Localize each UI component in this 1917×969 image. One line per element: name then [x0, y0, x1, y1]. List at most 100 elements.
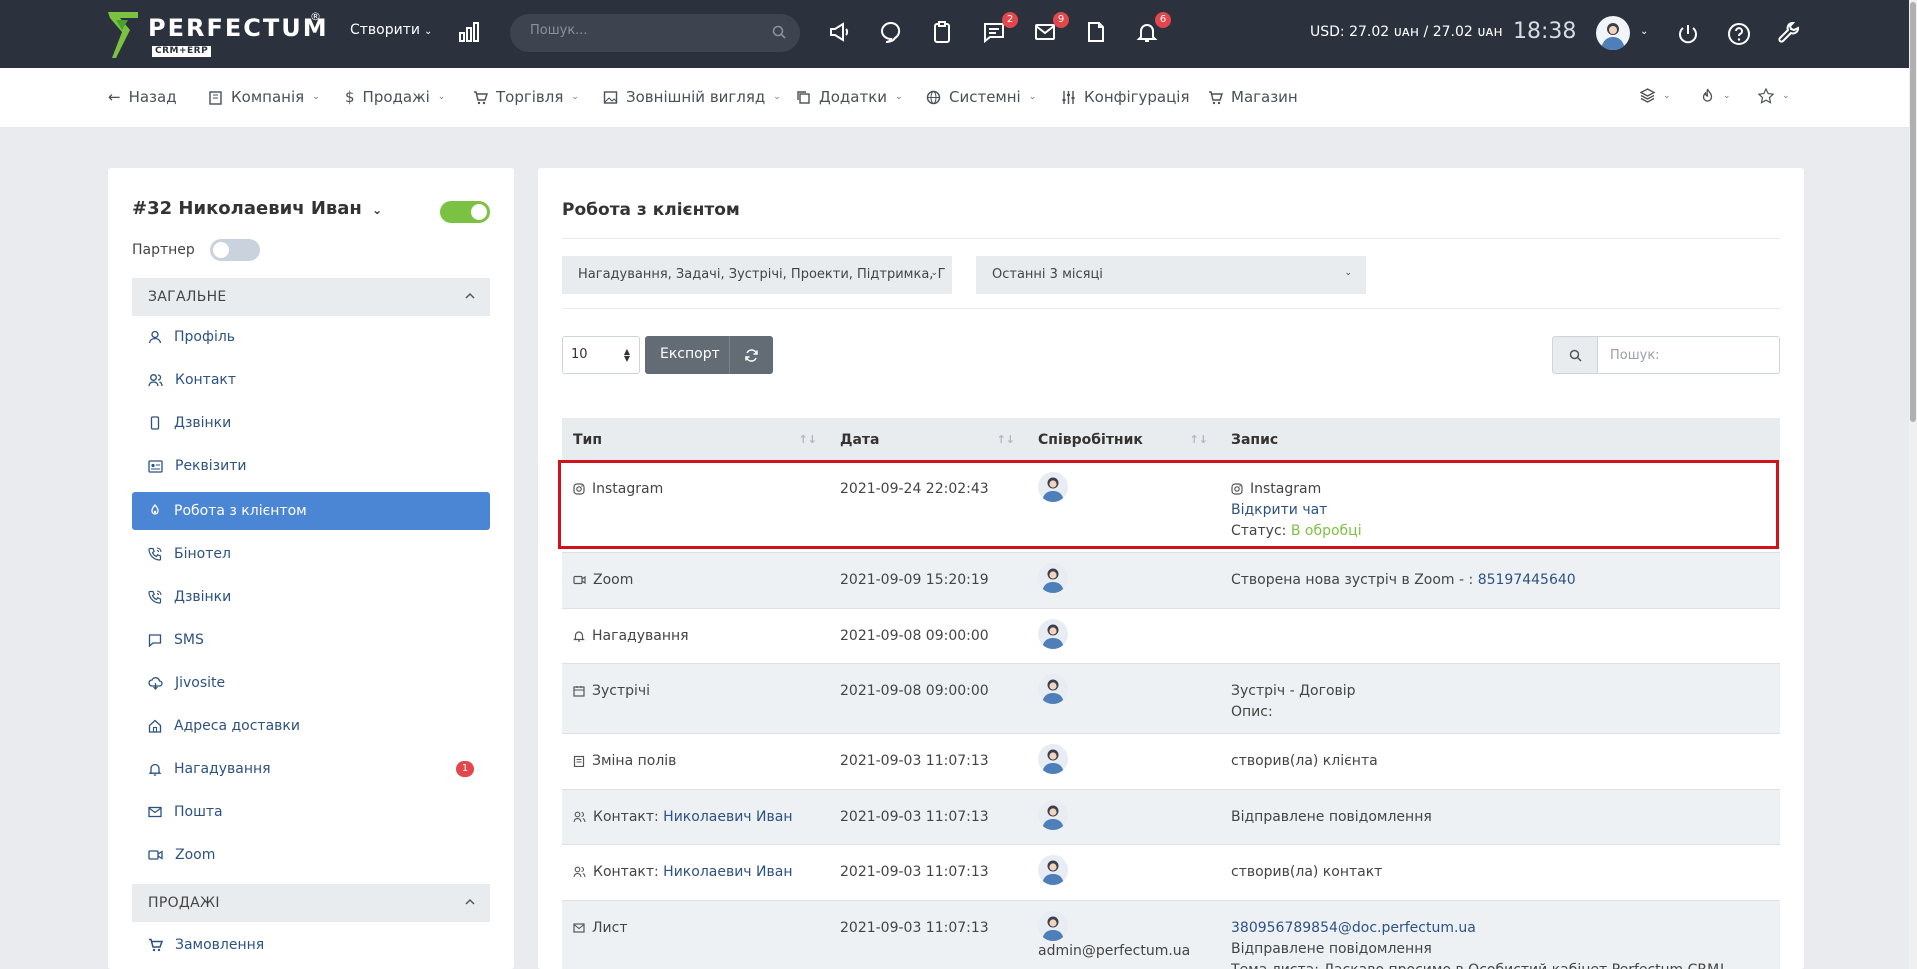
nav-trade[interactable]: Торгівля ⌄ [473, 88, 579, 106]
messages-icon[interactable]: 2 [982, 12, 1018, 46]
divider [562, 238, 1780, 239]
layers-icon [1640, 88, 1655, 103]
nav-addons[interactable]: Додатки ⌄ [796, 88, 903, 106]
sliders-icon [1062, 90, 1075, 104]
sort-icon: ↑↓ [996, 433, 1015, 446]
partner-toggle[interactable] [210, 239, 260, 261]
table-row[interactable]: Зустрічі 2021-09-08 09:00:00 Зустріч - Д… [562, 663, 1780, 734]
sidebar-item-delivery-address[interactable]: Адреса доставки [132, 707, 490, 745]
notifications-badge: 6 [1155, 12, 1171, 28]
mail-icon[interactable]: 9 [1033, 12, 1069, 46]
open-chat-link[interactable]: Відкрити чат [1231, 500, 1769, 521]
global-search-input[interactable] [530, 23, 750, 38]
table-row[interactable]: Контакт: Николаевич Иван 2021-09-03 11:0… [562, 789, 1780, 845]
sidebar-item-client-work[interactable]: Робота з клієнтом [132, 492, 490, 530]
bell-icon [573, 631, 585, 642]
section-sales[interactable]: ПРОДАЖІ [132, 884, 490, 922]
column-employee[interactable]: Співробітник ↑↓ [1027, 418, 1220, 462]
nav-config[interactable]: Конфігурація [1061, 88, 1190, 106]
mail-badge: 9 [1053, 12, 1069, 28]
layers-dropdown[interactable]: ⌄ [1640, 88, 1671, 103]
chevron-up-icon [465, 292, 475, 299]
nav-shop[interactable]: Магазин [1208, 88, 1298, 106]
column-date[interactable]: Дата ↑↓ [829, 418, 1027, 462]
export-button[interactable]: Експорт [645, 336, 729, 374]
page-scrollbar-thumb[interactable] [1910, 2, 1916, 422]
sidebar-item-requisites[interactable]: Реквізити [132, 447, 490, 485]
contact-link[interactable]: Николаевич Иван [663, 864, 792, 880]
image-icon [603, 90, 618, 104]
nav-system-label: Системні [949, 88, 1021, 106]
create-label: Створити [350, 22, 420, 38]
table-search-input[interactable] [1597, 336, 1780, 374]
sort-arrows-icon: ▲ ▼ [623, 347, 630, 363]
sidebar-item-jivosite[interactable]: Jivosite [132, 664, 490, 702]
sidebar-item-calls[interactable]: Дзвінки [132, 404, 490, 442]
sort-icon: ↑↓ [798, 433, 817, 446]
table-row[interactable]: Лист 2021-09-03 11:07:13 admin@perfectum… [562, 900, 1780, 969]
table-row[interactable]: Нагадування 2021-09-08 09:00:00 [562, 608, 1780, 664]
recipient-email-link[interactable]: 380956789854@doc.perfectum.ua [1231, 918, 1769, 939]
fire-dropdown[interactable]: ⌄ [1700, 88, 1731, 103]
reminders-badge: 1 [456, 761, 474, 777]
users-icon [148, 374, 163, 387]
nav-company[interactable]: Компанія ⌄ [208, 88, 320, 106]
refresh-button[interactable] [729, 336, 773, 374]
period-filter-select[interactable]: Останні 3 місяці ⌄ [976, 256, 1366, 294]
column-record-label: Запис [1231, 432, 1279, 448]
video-icon [573, 575, 586, 585]
nav-back[interactable]: ← Назад [108, 88, 177, 106]
create-dropdown[interactable]: Створити ⌄ [350, 22, 432, 38]
column-type[interactable]: Тип ↑↓ [562, 418, 829, 462]
sidebar-item-sms[interactable]: SMS [132, 621, 490, 659]
favorites-dropdown[interactable]: ⌄ [1758, 88, 1790, 104]
help-icon[interactable] [1727, 22, 1751, 46]
client-title[interactable]: #32 Николаевич Иван ⌄ [132, 198, 382, 219]
table-row[interactable]: Зміна полів 2021-09-03 11:07:13 створив(… [562, 733, 1780, 790]
record-text [1220, 608, 1780, 664]
clipboard-icon [573, 755, 585, 767]
divider [562, 308, 1780, 309]
sidebar-item-profile[interactable]: Профіль [132, 318, 490, 356]
contact-link[interactable]: Николаевич Иван [663, 809, 792, 825]
sidebar-item-reminders[interactable]: Нагадування 1 [132, 750, 490, 788]
phone-call-icon [148, 547, 162, 561]
table-search-button[interactable] [1552, 336, 1598, 374]
nav-sales[interactable]: $ Продажі ⌄ [345, 88, 445, 106]
secondary-nav: ← Назад Компанія ⌄ $ Продажі ⌄ Торгівля ⌄ З… [0, 68, 1917, 128]
megaphone-icon[interactable] [828, 20, 854, 46]
global-search[interactable] [510, 14, 800, 52]
client-active-toggle[interactable] [440, 201, 490, 223]
employee-avatar [1038, 744, 1068, 774]
table-row[interactable]: Контакт: Николаевич Иван 2021-09-03 11:0… [562, 844, 1780, 901]
page-size-select[interactable]: 10 ▲ ▼ [562, 336, 640, 374]
chevron-up-icon [465, 898, 475, 905]
sidebar-item-orders[interactable]: Замовлення [132, 926, 490, 964]
chevron-down-icon: ⌄ [1723, 90, 1731, 101]
envelope-icon [573, 923, 585, 933]
search-icon[interactable] [772, 25, 786, 39]
nav-system[interactable]: Системні ⌄ [926, 88, 1036, 106]
sidebar-item-mail[interactable]: Пошта [132, 793, 490, 831]
sidebar-item-zoom[interactable]: Zoom [132, 836, 490, 874]
power-icon[interactable] [1676, 22, 1700, 46]
sidebar-item-binotel[interactable]: Бінотел [132, 535, 490, 573]
clipboard-icon[interactable] [930, 20, 956, 46]
chat-bubble-icon[interactable] [879, 20, 905, 46]
video-icon [148, 850, 163, 860]
bell-icon[interactable]: 6 [1135, 12, 1171, 46]
nav-appearance[interactable]: Зовнішній вигляд ⌄ [603, 88, 781, 106]
chevron-down-icon[interactable]: ⌄ [1640, 26, 1648, 37]
zoom-meeting-link[interactable]: 85197445640 [1478, 572, 1576, 588]
top-bar: PERFECTUM ® CRM+ERP Створити ⌄ 2 9 [0, 0, 1917, 68]
document-icon[interactable] [1084, 20, 1110, 46]
type-filter-select[interactable]: Нагадування, Задачі, Зустрічі, Проекти, … [562, 256, 952, 294]
section-general[interactable]: ЗАГАЛЬНЕ [132, 278, 490, 316]
sidebar-item-calls-2[interactable]: Дзвінки [132, 578, 490, 616]
sidebar-item-contact[interactable]: Контакт [132, 361, 490, 399]
table-row[interactable]: Zoom 2021-09-09 15:20:19 Створена нова з… [562, 552, 1780, 609]
table-row[interactable]: Instagram 2021-09-24 22:02:43 Instagram … [562, 462, 1780, 553]
wrench-icon[interactable] [1778, 22, 1802, 46]
statistics-icon[interactable] [458, 21, 480, 43]
user-avatar[interactable] [1596, 16, 1630, 50]
